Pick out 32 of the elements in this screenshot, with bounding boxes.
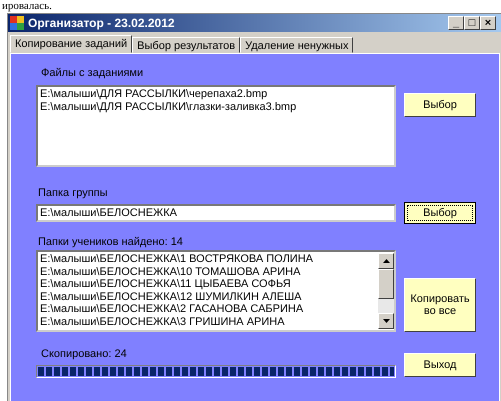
list-item[interactable]: E:\малыши\БЕЛОСНЕЖКА\1 ВОСТРЯКОВА ПОЛИНА <box>40 253 378 266</box>
section-label: Файлы с заданиями <box>40 67 144 79</box>
copy-all-button[interactable]: Копировать во все <box>404 278 476 332</box>
scroll-down-icon[interactable] <box>382 319 390 323</box>
section-label: Папка группы <box>37 187 109 199</box>
tab[interactable]: Удаление ненужных <box>240 37 354 53</box>
tab[interactable]: Выбор результатов <box>132 37 240 53</box>
select-button[interactable]: Выбор <box>404 93 476 117</box>
scroll-thumb[interactable] <box>378 269 394 299</box>
maximize-button[interactable]: □ <box>464 16 480 30</box>
list-item[interactable]: E:\малыши\БЕЛОСНЕЖКА\12 ШУМИЛКИН АЛЕША <box>40 290 378 303</box>
scrollbar[interactable] <box>378 253 394 329</box>
document-text: ировалась. <box>2 0 52 12</box>
task-files-list[interactable]: E:\малыши\ДЛЯ РАССЫЛКИ\черепаха2.bmp E:\малыши\ДЛЯ РАССЫЛКИ\глазки-заливка3.bmp <box>36 85 396 167</box>
list-item[interactable]: E:\малыши\ДЛЯ РАССЫЛКИ\черепаха2.bmp <box>40 88 392 100</box>
exit-button[interactable]: Выход <box>404 352 476 376</box>
list-item[interactable]: E:\малыши\БЕЛОСНЕЖКА\3 ГРИШИНА АРИНА <box>40 316 378 328</box>
list-item[interactable]: E:\малыши\БЕЛОСНЕЖКА\2 ГАСАНОВА САБРИНА <box>40 303 378 316</box>
app-icon <box>10 16 24 30</box>
minimize-button[interactable]: _ <box>448 16 464 30</box>
scroll-up-icon[interactable] <box>382 259 390 263</box>
list-item[interactable]: E:\малыши\БЕЛОСНЕЖКА\11 ЦЫБАЕВА СОФЬЯ <box>40 278 378 290</box>
list-item[interactable]: E:\малыши\БЕЛОСНЕЖКА\10 ТОМАШОВА АРИНА <box>40 266 378 278</box>
window-title: Организатор - 23.02.2012 <box>28 16 176 30</box>
select-button[interactable]: Выбор <box>404 202 476 224</box>
close-button[interactable]: × <box>480 16 496 30</box>
copied-count: Скопировано: 24 <box>40 348 128 360</box>
list-item[interactable]: E:\малыши\ДЛЯ РАССЫЛКИ\глазки-заливка3.bmp <box>40 100 392 113</box>
tab[interactable]: Копирование заданий <box>10 35 132 53</box>
group-folder-field[interactable]: E:\малыши\БЕЛОСНЕЖКА <box>36 204 396 222</box>
section-label: Папки учеников найдено: 14 <box>37 236 184 248</box>
student-folders-list[interactable] <box>36 250 396 332</box>
